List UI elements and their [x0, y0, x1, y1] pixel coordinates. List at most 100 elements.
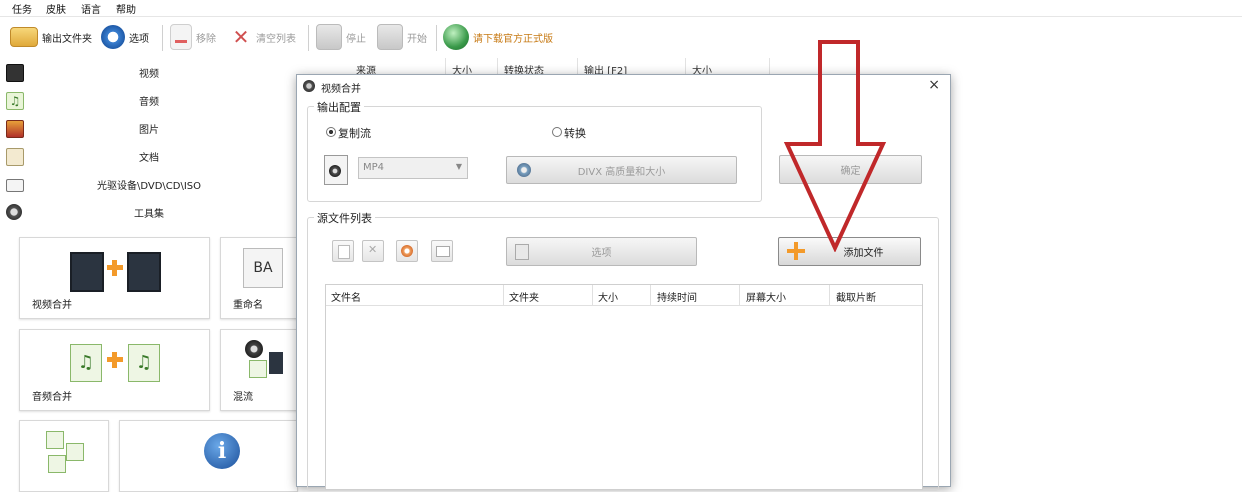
options-file-icon: [515, 244, 529, 260]
play-icon: [401, 245, 413, 257]
source-file-list-group: 源文件列表 ✕ 选项 添加文件 文件名 文件夹 大小 持续时间 屏幕大小 截取片…: [307, 210, 939, 491]
menu-help[interactable]: 帮助: [116, 1, 136, 16]
category-audio[interactable]: ♫ 音频: [0, 86, 298, 114]
column-file-size[interactable]: 大小: [598, 289, 618, 304]
file-options-label: 选项: [591, 248, 612, 259]
category-document[interactable]: 文档: [0, 142, 298, 170]
annotation-arrow: [783, 40, 887, 252]
tool-label: 混流: [233, 392, 253, 403]
globe-icon: [443, 24, 469, 50]
menu-skin[interactable]: 皮肤: [46, 1, 66, 16]
start-icon: [377, 24, 403, 50]
format-file-icon: [324, 155, 348, 185]
clear-x-icon: ✕: [232, 25, 250, 49]
tool-audio-split[interactable]: [19, 420, 109, 492]
tool-label: 视频合并: [32, 300, 72, 311]
rename-icon: BA: [243, 248, 283, 288]
copy-stream-radio[interactable]: [326, 127, 336, 137]
remove-file-button[interactable]: [332, 240, 354, 262]
audio-files-icon: [46, 431, 86, 473]
toolbar-separator: [162, 25, 163, 51]
folder-icon: [10, 27, 38, 47]
column-folder[interactable]: 文件夹: [509, 289, 539, 304]
options-gear-icon: [101, 25, 125, 49]
toolbar-separator: [436, 25, 437, 51]
remove-label: 移除: [196, 33, 216, 45]
tool-video-merge[interactable]: 视频合并: [19, 237, 210, 319]
stop-icon: [316, 24, 342, 50]
category-video[interactable]: 视频: [0, 58, 298, 86]
category-picture[interactable]: 图片: [0, 114, 298, 142]
options-button[interactable]: 选项: [101, 23, 149, 51]
toolbar-separator: [308, 25, 309, 51]
remove-file-icon: [338, 245, 350, 259]
column-filename[interactable]: 文件名: [331, 289, 361, 304]
output-folder-button[interactable]: 输出文件夹: [10, 23, 92, 51]
copy-stream-label[interactable]: 复制流: [338, 125, 371, 141]
column-separator: [650, 285, 651, 305]
quality-preset-label: DIVX 高质量和大小: [577, 166, 666, 178]
menu-bar: 任务 皮肤 语言 帮助: [0, 0, 1242, 17]
info-icon: i: [204, 433, 240, 469]
toolbar: 输出文件夹 选项 移除 ✕ 清空列表 停止 开始 请下载官方正式版: [0, 17, 1242, 57]
tool-label: 重命名: [233, 300, 263, 311]
category-disc-drive[interactable]: 光驱设备\DVD\CD\ISO: [0, 170, 298, 198]
output-config-group: 输出配置 复制流 转换 MP4 ▼ DIVX 高质量和大小: [307, 99, 762, 202]
category-label: 光驱设备\DVD\CD\ISO: [96, 181, 202, 192]
source-list-title: 源文件列表: [314, 210, 375, 226]
menu-task[interactable]: 任务: [12, 1, 32, 16]
dialog-title: 视频合并: [321, 84, 361, 95]
output-config-title: 输出配置: [314, 99, 364, 115]
start-label: 开始: [407, 33, 427, 45]
tool-rename[interactable]: BA 重命名: [220, 237, 298, 319]
output-folder-label: 输出文件夹: [42, 33, 92, 45]
category-label: 工具集: [134, 209, 164, 220]
menu-language[interactable]: 语言: [81, 1, 101, 16]
column-separator: [592, 285, 593, 305]
quality-preset-button[interactable]: DIVX 高质量和大小: [506, 156, 737, 184]
column-duration[interactable]: 持续时间: [657, 289, 697, 304]
clear-list-label: 清空列表: [256, 33, 296, 45]
file-options-button[interactable]: 选项: [506, 237, 697, 266]
close-icon[interactable]: ×: [928, 77, 940, 93]
video-merge-icon: [70, 250, 161, 292]
clear-list-button[interactable]: ✕ 清空列表: [230, 23, 296, 51]
start-button[interactable]: 开始: [377, 23, 427, 51]
download-official-button[interactable]: 请下载官方正式版: [443, 23, 553, 51]
tool-label: 音频合并: [32, 392, 72, 403]
column-separator: [739, 285, 740, 305]
download-official-label: 请下载官方正式版: [473, 33, 553, 45]
arrow-shape: [783, 40, 887, 252]
dialog-app-icon: [303, 80, 315, 92]
format-select[interactable]: MP4 ▼: [358, 157, 468, 179]
play-file-button[interactable]: [396, 240, 418, 262]
column-clip[interactable]: 截取片断: [836, 289, 876, 304]
category-tools[interactable]: 工具集: [0, 198, 298, 226]
category-label: 音频: [139, 97, 159, 108]
mux-icon: [245, 340, 285, 378]
tool-audio-merge[interactable]: ♫ ♫ 音频合并: [19, 329, 210, 411]
file-info-button[interactable]: [431, 240, 453, 262]
x-icon: ✕: [368, 243, 378, 256]
category-label: 图片: [139, 125, 159, 136]
column-separator: [829, 285, 830, 305]
remove-icon: [170, 24, 192, 50]
tool-media-info[interactable]: i: [119, 420, 298, 492]
options-label: 选项: [129, 33, 149, 45]
category-label: 视频: [139, 69, 159, 80]
audio-merge-icon: ♫ ♫: [70, 342, 162, 382]
tool-mux[interactable]: 混流: [220, 329, 298, 411]
remove-button[interactable]: 移除: [170, 23, 216, 51]
convert-label[interactable]: 转换: [564, 125, 586, 141]
preset-icon: [517, 163, 531, 177]
category-label: 文档: [139, 153, 159, 164]
format-value: MP4: [363, 162, 385, 173]
file-table: 文件名 文件夹 大小 持续时间 屏幕大小 截取片断: [325, 284, 923, 490]
stop-label: 停止: [346, 33, 366, 45]
column-screen-size[interactable]: 屏幕大小: [746, 289, 786, 304]
file-table-header: 文件名 文件夹 大小 持续时间 屏幕大小 截取片断: [326, 285, 922, 306]
list-icon: [436, 246, 450, 257]
stop-button[interactable]: 停止: [316, 23, 366, 51]
convert-radio[interactable]: [552, 127, 562, 137]
clear-files-button[interactable]: ✕: [362, 240, 384, 262]
